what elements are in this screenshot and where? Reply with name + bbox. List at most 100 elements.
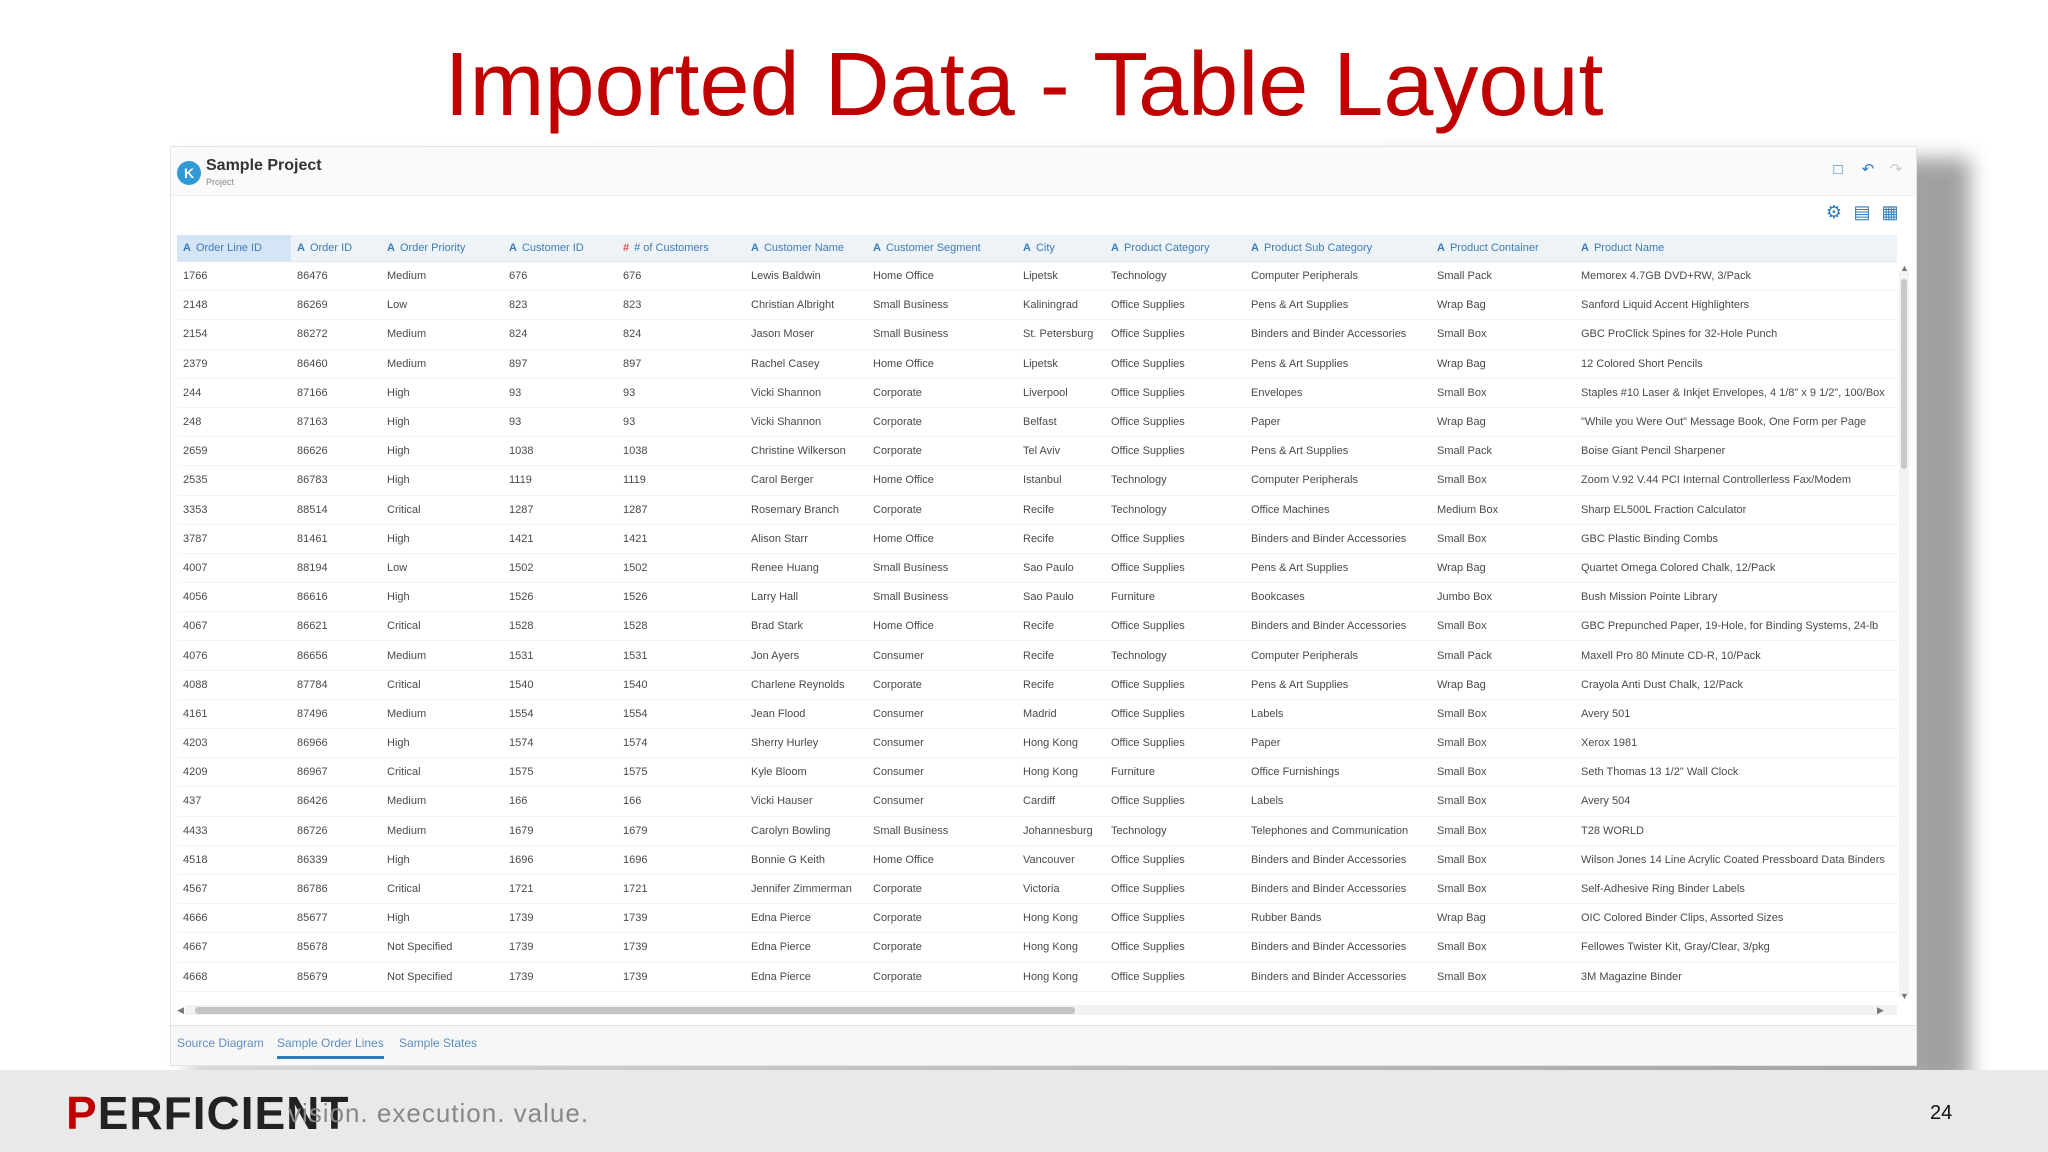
table-row[interactable]: 4161 87496 Medium 1554 1554 Jean Flood Consume… <box>177 699 1897 730</box>
table-cell[interactable]: Computer Peripherals <box>1245 261 1431 292</box>
table-cell[interactable]: Wrap Bag <box>1431 903 1575 934</box>
column-header[interactable]: A Product Container <box>1431 235 1575 262</box>
table-cell[interactable]: Small Box <box>1431 757 1575 788</box>
table-cell[interactable]: 1540 <box>617 670 745 700</box>
table-cell[interactable]: 1038 <box>617 436 745 467</box>
table-cell[interactable]: 824 <box>503 319 617 350</box>
column-header[interactable]: A Product Sub Category <box>1245 235 1431 262</box>
table-cell[interactable]: Small Box <box>1431 465 1575 496</box>
table-cell[interactable]: Jason Moser <box>745 319 867 350</box>
table-cell[interactable]: 2154 <box>177 319 291 350</box>
table-cell[interactable]: 1528 <box>617 611 745 642</box>
table-cell[interactable]: Medium <box>381 699 503 730</box>
table-cell[interactable]: Home Office <box>867 524 1017 554</box>
table-cell[interactable]: Edna Pierce <box>745 932 867 963</box>
table-cell[interactable]: 4056 <box>177 582 291 613</box>
table-cell[interactable]: Medium <box>381 786 503 817</box>
table-cell[interactable]: 1421 <box>503 524 617 554</box>
scroll-down-icon[interactable]: ▼ <box>1900 991 1909 1001</box>
table-cell[interactable]: 93 <box>503 407 617 438</box>
table-cell[interactable]: Computer Peripherals <box>1245 465 1431 496</box>
table-row[interactable]: 467085679Critical17391739Edna PierceCorp… <box>177 991 1897 1001</box>
table-cell[interactable]: 1287 <box>503 495 617 525</box>
table-cell[interactable]: Technology <box>1105 495 1245 525</box>
table-cell[interactable]: 1528 <box>503 611 617 642</box>
column-header[interactable]: A Customer ID <box>503 235 617 262</box>
table-cell[interactable]: Lewis Baldwin <box>745 261 867 292</box>
table-cell[interactable]: Sao Paulo <box>1017 553 1105 584</box>
table-cell[interactable]: 1038 <box>503 436 617 467</box>
table-cell[interactable]: Edna Pierce <box>745 962 867 992</box>
table-cell[interactable]: Office Supplies <box>1105 290 1245 321</box>
table-cell[interactable]: Office Supplies <box>1105 407 1245 438</box>
table-cell[interactable]: 1721 <box>617 874 745 905</box>
table-cell[interactable]: Small Box <box>1431 611 1575 642</box>
table-cell[interactable]: Furniture <box>1105 582 1245 613</box>
undo-icon[interactable]: ↶ <box>1859 161 1877 179</box>
table-cell[interactable]: Christine Wilkerson <box>745 436 867 467</box>
table-cell[interactable]: Super Decoflex Portable Personal File <box>1575 991 1897 1001</box>
table-cell[interactable]: High <box>381 903 503 934</box>
table-cell[interactable]: Critical <box>381 495 503 525</box>
table-cell[interactable]: 4067 <box>177 611 291 642</box>
table-row[interactable]: 3353 88514 Critical 1287 1287 Rosemary Branch… <box>177 495 1897 525</box>
table-cell[interactable]: Consumer <box>867 728 1017 759</box>
table-layout-icon[interactable]: ▤ <box>1851 201 1873 223</box>
table-cell[interactable]: Self-Adhesive Ring Binder Labels <box>1575 874 1897 905</box>
table-cell[interactable]: 1739 <box>503 991 617 1001</box>
table-cell[interactable]: 3787 <box>177 524 291 554</box>
table-cell[interactable]: 4670 <box>177 991 291 1001</box>
table-cell[interactable]: Xerox 1981 <box>1575 728 1897 759</box>
table-cell[interactable]: 86967 <box>291 757 381 788</box>
table-cell[interactable]: Edna Pierce <box>745 991 867 1001</box>
table-cell[interactable]: Corporate <box>867 407 1017 438</box>
table-cell[interactable]: 88194 <box>291 553 381 584</box>
table-cell[interactable]: Avery 501 <box>1575 699 1897 730</box>
table-cell[interactable]: Office Supplies <box>1105 786 1245 817</box>
table-cell[interactable]: Small Business <box>867 582 1017 613</box>
table-row[interactable]: 1766 86476 Medium 676 676 Lewis Baldwin Home O… <box>177 261 1897 292</box>
table-cell[interactable]: Computer Peripherals <box>1245 640 1431 671</box>
table-cell[interactable]: Home Office <box>867 261 1017 292</box>
table-cell[interactable]: Quartet Omega Colored Chalk, 12/Pack <box>1575 553 1897 584</box>
table-cell[interactable]: High <box>381 436 503 467</box>
table-cell[interactable]: Critical <box>381 757 503 788</box>
table-row[interactable]: 4203 86966 High 1574 1574 Sherry Hurley Consum… <box>177 728 1897 759</box>
table-cell[interactable]: 2535 <box>177 465 291 496</box>
table-cell[interactable]: Alison Starr <box>745 524 867 554</box>
table-cell[interactable]: Edna Pierce <box>745 903 867 934</box>
column-header[interactable]: # # of Customers <box>617 235 745 262</box>
tab-source-diagram[interactable]: Source Diagram <box>177 1036 264 1056</box>
table-cell[interactable]: Home Office <box>867 611 1017 642</box>
table-cell[interactable]: Office Supplies <box>1105 962 1245 992</box>
table-cell[interactable]: High <box>381 378 503 408</box>
table-cell[interactable]: 1739 <box>617 962 745 992</box>
table-cell[interactable]: Office Supplies <box>1105 553 1245 584</box>
table-cell[interactable]: Office Supplies <box>1105 932 1245 963</box>
table-cell[interactable]: Medium <box>381 349 503 379</box>
table-cell[interactable]: 1739 <box>617 903 745 934</box>
table-cell[interactable]: Jean Flood <box>745 699 867 730</box>
table-cell[interactable]: Office Supplies <box>1105 349 1245 379</box>
table-cell[interactable]: Belfast <box>1017 407 1105 438</box>
table-cell[interactable]: 4203 <box>177 728 291 759</box>
table-cell[interactable]: Small Box <box>1431 378 1575 408</box>
table-cell[interactable]: 166 <box>617 786 745 817</box>
table-cell[interactable]: 1287 <box>617 495 745 525</box>
table-cell[interactable]: Labels <box>1245 786 1431 817</box>
table-cell[interactable]: Small Business <box>867 553 1017 584</box>
table-cell[interactable]: Corporate <box>867 436 1017 467</box>
table-row[interactable]: 4668 85679 Not Specified 1739 1739 Edna Pierc… <box>177 962 1897 992</box>
table-cell[interactable]: Small Box <box>1431 728 1575 759</box>
table-cell[interactable]: Tel Aviv <box>1017 436 1105 467</box>
table-cell[interactable]: 12 Colored Short Pencils <box>1575 349 1897 379</box>
table-cell[interactable]: Hong Kong <box>1017 757 1105 788</box>
table-row[interactable]: 3787 81461 High 1421 1421 Alison Starr Home Of… <box>177 524 1897 554</box>
table-cell[interactable]: 1119 <box>503 465 617 496</box>
table-cell[interactable]: Home Office <box>867 845 1017 875</box>
table-cell[interactable]: 244 <box>177 378 291 408</box>
table-cell[interactable]: Office Supplies <box>1105 991 1245 1001</box>
table-cell[interactable]: Small Box <box>1431 874 1575 905</box>
table-row[interactable]: 248 87163 High 93 93 Vicki Shannon Corporate Be… <box>177 407 1897 438</box>
table-cell[interactable]: 1531 <box>503 640 617 671</box>
